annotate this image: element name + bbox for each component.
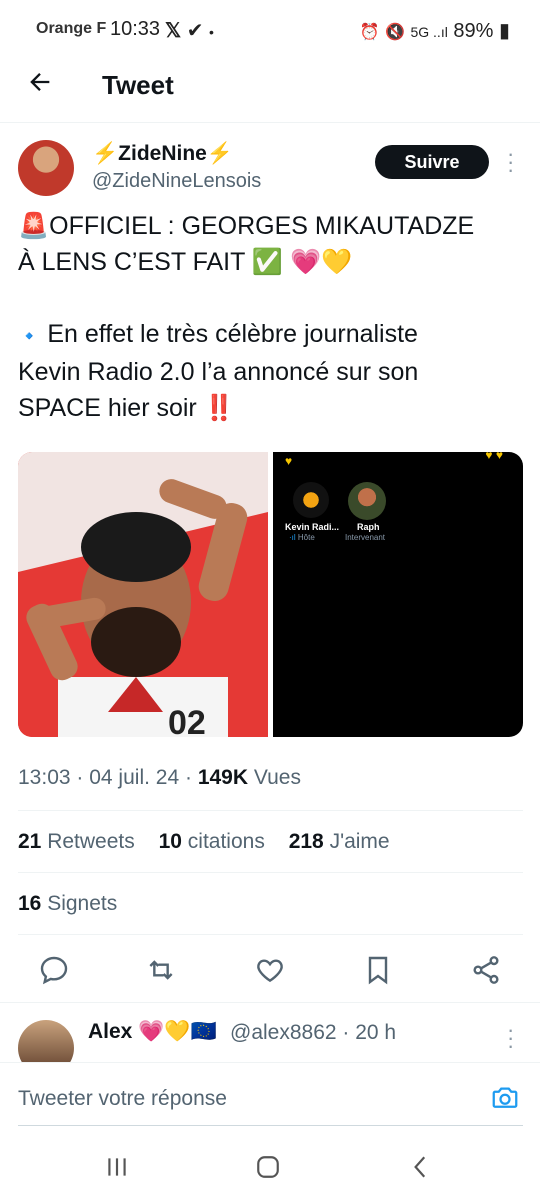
reply-composer: Tweeter votre réponse — [0, 1062, 540, 1135]
more-options-icon[interactable]: · · · — [507, 1019, 514, 1057]
notification-icons: 𝕏 ✔ • — [165, 18, 214, 43]
battery-icon: ▮ — [498, 20, 510, 42]
more-options-icon[interactable]: · · · — [507, 143, 514, 181]
views-count: 149K — [197, 766, 249, 789]
siren-emoji: 🚨 — [18, 212, 50, 240]
check-heart-emoji: ✅ 💗💛 — [251, 248, 353, 276]
quotes-label: citations — [187, 830, 265, 853]
input-underline — [18, 1125, 523, 1126]
host-role-label: Hôte — [297, 533, 315, 542]
bookmarks-count: 16 — [18, 892, 42, 915]
tweet-line: OFFICIEL : GEORGES MIKAUTADZE — [49, 212, 475, 240]
tweet-date: 04 juil. 24 — [89, 766, 180, 789]
author-name-text: ZideNine — [118, 142, 207, 165]
system-nav-bar — [0, 1134, 540, 1200]
space-screenshot[interactable]: ♥ ♥ ♥ Kevin Radi... ·ıl Hôte Raph Interv… — [273, 452, 523, 737]
views-label: Vues — [253, 766, 301, 789]
tweet-time: 13:03 — [18, 766, 71, 789]
signal-icon: 5G ..ıl — [410, 24, 448, 40]
diamond-emoji: 🔹 — [18, 326, 41, 346]
divider — [18, 810, 523, 811]
battery-level: 89% — [453, 20, 494, 42]
likes-label: J'aime — [329, 830, 390, 853]
tweet-line: SPACE hier soir — [18, 394, 197, 422]
status-bar: Orange F 10:33 𝕏 ✔ • ⏰ 🔇 5G ..ıl 89% ▮ — [0, 0, 540, 60]
player-photo-illustration: 02 — [18, 452, 268, 737]
page-title: Tweet — [102, 70, 174, 100]
reply-author-name[interactable]: Alex 💗💛🇪🇺 — [88, 1020, 217, 1044]
quotes-stat[interactable]: 10 citations — [159, 830, 265, 853]
reply-name-text: Alex — [88, 1020, 133, 1043]
space-speaker-name: Raph — [357, 522, 380, 532]
mic-icon: ·ıl — [289, 533, 296, 542]
heart-icon[interactable] — [254, 954, 288, 988]
app-header: Tweet — [0, 58, 540, 123]
retweets-label: Retweets — [47, 830, 135, 853]
recent-apps-icon[interactable] — [104, 1154, 130, 1185]
quotes-count: 10 — [158, 830, 182, 853]
action-bar — [0, 948, 540, 992]
mute-icon: 🔇 — [384, 24, 405, 41]
retweets-stat[interactable]: 21 Retweets — [18, 830, 135, 853]
space-speaker-role: Intervenant — [345, 533, 386, 542]
system-icons: ⏰ 🔇 5G ..ıl 89% ▮ — [360, 18, 511, 43]
retweet-icon[interactable] — [145, 954, 179, 988]
author-handle[interactable]: @ZideNineLensois — [92, 170, 261, 193]
reaction-icons: ♥ ♥ — [485, 452, 503, 462]
reply-icon[interactable] — [38, 954, 72, 988]
status-time: 10:33 — [110, 18, 161, 40]
space-host-name: Kevin Radi... — [285, 522, 340, 532]
reply-handle-time: @alex8862 · 20 h — [230, 1021, 397, 1044]
tweet-line: En effet le très célèbre journaliste — [47, 320, 418, 348]
space-host-role: ·ıl Hôte — [289, 533, 315, 542]
svg-text:02: 02 — [168, 704, 206, 737]
dot-icon: • — [209, 24, 214, 40]
tweet-text: 🚨OFFICIEL : GEORGES MIKAUTADZE À LENS C’… — [18, 208, 523, 426]
follow-button[interactable]: Suivre — [375, 145, 489, 179]
tweet-line: Kevin Radio 2.0 l’a annoncé sur son — [18, 358, 419, 386]
lightning-icon: ⚡ — [92, 142, 119, 165]
speaker-avatar — [348, 482, 386, 520]
alarm-icon: ⏰ — [359, 24, 380, 41]
likes-stat[interactable]: 218 J'aime — [289, 830, 390, 853]
share-icon[interactable] — [470, 954, 504, 988]
double-exclamation-emoji: ‼️ — [203, 394, 235, 422]
carrier-label: Orange F — [36, 20, 107, 37]
reply-name-emoji: 💗💛🇪🇺 — [138, 1020, 217, 1043]
x-logo-icon: 𝕏 — [165, 20, 182, 42]
bookmarks-label: Signets — [47, 892, 118, 915]
engagement-stats: 21 Retweets 10 citations 218 J'aime — [18, 830, 408, 854]
camera-icon[interactable] — [490, 1083, 524, 1117]
bookmarks-stat[interactable]: 16 Signets — [18, 892, 117, 916]
tweet-photo-player[interactable]: 02 — [18, 452, 268, 737]
bookmark-icon[interactable] — [362, 954, 396, 988]
arrow-left-icon[interactable] — [26, 68, 54, 102]
retweets-count: 21 — [18, 830, 42, 853]
divider — [18, 872, 523, 873]
reply-input[interactable]: Tweeter votre réponse — [18, 1087, 227, 1111]
back-nav-icon[interactable] — [408, 1154, 434, 1185]
heart-icon: ♥ — [285, 454, 293, 468]
host-avatar — [293, 482, 329, 518]
author-avatar[interactable] — [18, 140, 74, 196]
tweet-line: À LENS C’EST FAIT — [18, 248, 245, 276]
home-icon[interactable] — [255, 1154, 281, 1185]
tweet-meta: 13:03 · 04 juil. 24 · 149K Vues — [18, 766, 301, 789]
likes-count: 218 — [288, 830, 324, 853]
lightning-icon: ⚡ — [206, 142, 233, 165]
divider — [0, 1002, 540, 1003]
check-circle-icon: ✔ — [186, 20, 204, 42]
author-name[interactable]: ⚡ZideNine⚡ — [92, 142, 233, 166]
divider — [18, 934, 523, 935]
